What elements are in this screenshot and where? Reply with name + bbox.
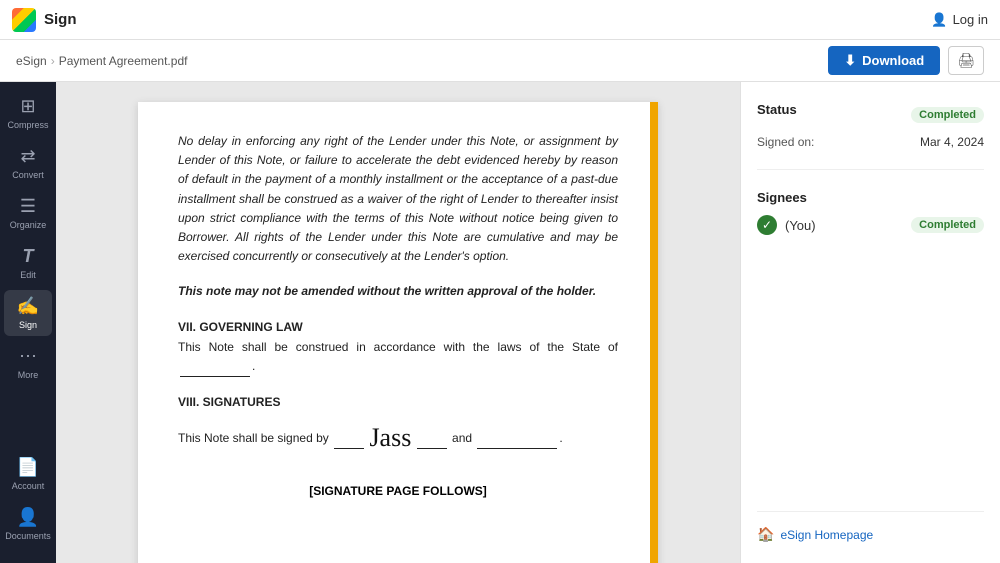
print-button[interactable]: 🖨	[948, 46, 984, 75]
sidebar-label-more: More	[18, 370, 39, 380]
download-button[interactable]: ⬇ Download	[828, 46, 940, 75]
app-logo	[12, 8, 36, 32]
breadcrumb-separator: ›	[51, 54, 55, 68]
doc-section8-text: This Note shall be signed by Jass and .	[178, 413, 618, 455]
check-icon: ✓	[757, 215, 777, 235]
sidebar-bottom: 📄 Account 👤 Documents	[4, 451, 52, 555]
app-title: Sign	[44, 11, 923, 28]
signees-label: Signees	[757, 190, 984, 205]
compress-icon: ⊞	[20, 96, 35, 117]
login-button[interactable]: 👤 Log in	[931, 12, 988, 28]
doc-section-7: VII. GOVERNING LAW This Note shall be co…	[178, 320, 618, 377]
sig-line-before	[334, 429, 364, 449]
doc-section7-title: VII. GOVERNING LAW	[178, 320, 618, 334]
sidebar-item-sign[interactable]: ✍ Sign	[4, 290, 52, 336]
doc-side-bar	[650, 102, 658, 563]
status-section: Status Completed Signed on: Mar 4, 2024	[757, 102, 984, 149]
breadcrumb-current: Payment Agreement.pdf	[59, 54, 188, 68]
print-icon: 🖨	[957, 52, 975, 68]
sidebar-label-edit: Edit	[20, 270, 36, 280]
signee-name: (You)	[785, 218, 816, 233]
sidebar-item-convert[interactable]: ⇄ Convert	[4, 140, 52, 186]
document-page: No delay in enforcing any right of the L…	[138, 102, 658, 563]
sidebar-item-account[interactable]: 👤 Documents	[4, 501, 52, 547]
topbar: Sign 👤 Log in	[0, 0, 1000, 40]
more-icon: ⋯	[19, 346, 37, 367]
breadcrumb: eSign › Payment Agreement.pdf	[16, 54, 822, 68]
doc-section8-title: VIII. SIGNATURES	[178, 395, 618, 409]
sidebar-item-more[interactable]: ⋯ More	[4, 340, 52, 386]
sign-icon: ✍	[17, 296, 39, 317]
user-icon: 👤	[931, 12, 947, 28]
sidebar-label-convert: Convert	[12, 170, 44, 180]
document-area: No delay in enforcing any right of the L…	[56, 82, 740, 563]
panel-divider	[757, 169, 984, 170]
doc-bold-note: This note may not be amended without the…	[178, 282, 618, 301]
sidebar: ⊞ Compress ⇄ Convert ☰ Organize T Edit ✍…	[0, 82, 56, 563]
documents-icon: 📄	[17, 457, 39, 478]
sidebar-label-compress: Compress	[8, 120, 49, 130]
sidebar-item-edit[interactable]: T Edit	[4, 240, 52, 286]
sidebar-item-organize[interactable]: ☰ Organize	[4, 190, 52, 236]
account-icon: 👤	[17, 507, 39, 528]
status-label: Status	[757, 102, 797, 117]
signee-info: ✓ (You)	[757, 215, 816, 235]
status-row: Status Completed	[757, 102, 984, 127]
sidebar-label-account: Documents	[5, 531, 51, 541]
sidebar-label-sign: Sign	[19, 320, 37, 330]
subheader-actions: ⬇ Download 🖨	[828, 46, 984, 75]
status-badge: Completed	[911, 107, 984, 123]
doc-section-8: VIII. SIGNATURES This Note shall be sign…	[178, 395, 618, 455]
sig-line-2	[477, 429, 557, 449]
signee-row: ✓ (You) Completed	[757, 215, 984, 235]
home-icon: 🏠	[757, 526, 774, 543]
esign-homepage-link[interactable]: 🏠 eSign Homepage	[757, 511, 984, 543]
sidebar-label-documents: Account	[12, 481, 45, 491]
doc-section7-text: This Note shall be construed in accordan…	[178, 338, 618, 377]
edit-icon: T	[23, 246, 34, 267]
download-icon: ⬇	[844, 52, 856, 69]
signee-badge: Completed	[911, 217, 984, 233]
main-layout: ⊞ Compress ⇄ Convert ☰ Organize T Edit ✍…	[0, 82, 1000, 563]
esign-link-label: eSign Homepage	[780, 528, 873, 542]
signed-row: Signed on: Mar 4, 2024	[757, 135, 984, 149]
breadcrumb-parent[interactable]: eSign	[16, 54, 47, 68]
sig-page-follows: [SIGNATURE PAGE FOLLOWS]	[178, 484, 618, 498]
doc-blank-line	[180, 357, 250, 377]
doc-paragraph-1: No delay in enforcing any right of the L…	[178, 132, 618, 266]
convert-icon: ⇄	[20, 146, 35, 167]
sidebar-item-compress[interactable]: ⊞ Compress	[4, 90, 52, 136]
subheader: eSign › Payment Agreement.pdf ⬇ Download…	[0, 40, 1000, 82]
signature: Jass	[369, 417, 411, 459]
signed-label: Signed on:	[757, 135, 814, 149]
organize-icon: ☰	[20, 196, 36, 217]
signees-section: Signees ✓ (You) Completed	[757, 190, 984, 235]
signed-date: Mar 4, 2024	[920, 135, 984, 149]
sig-line-after	[417, 429, 447, 449]
right-panel: Status Completed Signed on: Mar 4, 2024 …	[740, 82, 1000, 563]
sidebar-label-organize: Organize	[10, 220, 47, 230]
sidebar-item-documents[interactable]: 📄 Account	[4, 451, 52, 497]
